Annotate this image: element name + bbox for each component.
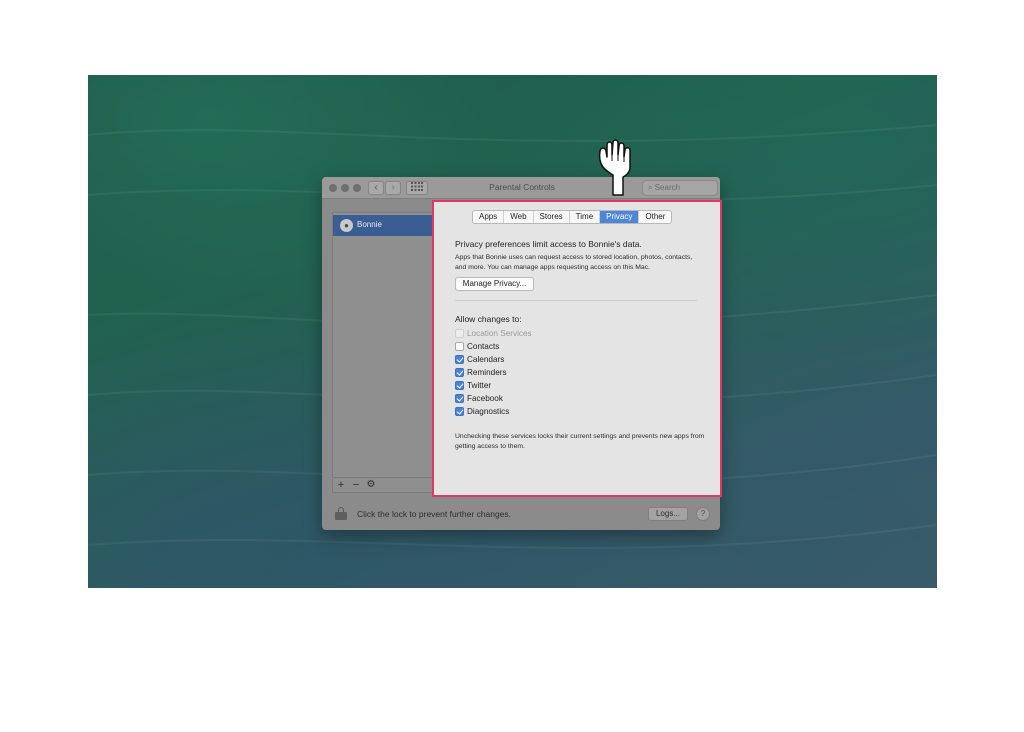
window-title: Parental Controls: [489, 182, 555, 192]
sidebar-toolbar: + − ⚙: [332, 479, 436, 493]
allow-changes-label: Allow changes to:: [455, 314, 522, 324]
privacy-footnote: Unchecking these services locks their cu…: [455, 433, 705, 450]
manage-privacy-button[interactable]: Manage Privacy...: [455, 277, 534, 291]
checkbox[interactable]: [455, 329, 464, 338]
pointing-hand-cursor-icon: [598, 139, 631, 196]
avatar: ●: [340, 219, 353, 232]
privacy-heading: Privacy preferences limit access to Bonn…: [455, 239, 642, 249]
lock-icon[interactable]: [335, 507, 347, 520]
checkbox[interactable]: [455, 381, 464, 390]
add-user-button[interactable]: +: [334, 479, 348, 492]
lock-status-text: Click the lock to prevent further change…: [357, 509, 512, 519]
tab-time[interactable]: Time: [570, 211, 601, 223]
forward-button[interactable]: ›: [385, 181, 401, 195]
checkbox-label: Reminders: [467, 368, 507, 377]
show-all-grid-icon[interactable]: [406, 181, 428, 195]
tab-privacy[interactable]: Privacy: [600, 211, 640, 223]
tab-other[interactable]: Other: [639, 211, 671, 223]
checkbox-label: Calendars: [467, 355, 505, 364]
checkbox-location-services[interactable]: Location Services: [455, 328, 532, 339]
privacy-panel-highlight: Apps Web Stores Time Privacy Other Priva…: [432, 200, 722, 497]
close-window-button[interactable]: [329, 184, 337, 192]
checkbox-contacts[interactable]: Contacts: [455, 341, 499, 352]
checkbox-label: Location Services: [467, 329, 532, 338]
checkbox[interactable]: [455, 407, 464, 416]
help-button[interactable]: ?: [696, 507, 710, 521]
checkbox[interactable]: [455, 355, 464, 364]
search-icon: ⌕: [648, 183, 653, 192]
checkbox-label: Facebook: [467, 394, 503, 403]
gear-icon[interactable]: ⚙: [364, 479, 378, 492]
tab-stores[interactable]: Stores: [534, 211, 570, 223]
search-field[interactable]: ⌕ Search: [642, 180, 718, 196]
tab-web[interactable]: Web: [504, 211, 534, 223]
privacy-description: Apps that Bonnie uses can request access…: [455, 254, 693, 271]
checkbox[interactable]: [455, 342, 464, 351]
checkbox-twitter[interactable]: Twitter: [455, 380, 491, 391]
search-placeholder: Search: [654, 183, 681, 192]
checkbox-calendars[interactable]: Calendars: [455, 354, 504, 365]
checkbox[interactable]: [455, 368, 464, 377]
checkbox[interactable]: [455, 394, 464, 403]
back-button[interactable]: ‹: [368, 181, 384, 195]
title-bar: ‹ › Parental Controls ⌕ Search: [322, 177, 720, 199]
user-list: ● Bonnie: [332, 212, 436, 478]
divider: [455, 300, 697, 301]
checkbox-label: Diagnostics: [467, 407, 510, 416]
logs-button[interactable]: Logs...: [648, 507, 688, 521]
tab-apps[interactable]: Apps: [473, 211, 505, 223]
user-list-item[interactable]: ● Bonnie: [333, 215, 435, 236]
checkbox-diagnostics[interactable]: Diagnostics: [455, 406, 509, 417]
checkbox-label: Twitter: [467, 381, 492, 390]
checkbox-label: Contacts: [467, 342, 500, 351]
minimize-window-button[interactable]: [341, 184, 349, 192]
remove-user-button[interactable]: −: [349, 479, 363, 492]
tab-bar: Apps Web Stores Time Privacy Other: [472, 210, 673, 224]
zoom-window-button[interactable]: [353, 184, 361, 192]
checkbox-reminders[interactable]: Reminders: [455, 367, 507, 378]
user-name: Bonnie: [357, 220, 382, 229]
checkbox-facebook[interactable]: Facebook: [455, 393, 503, 404]
